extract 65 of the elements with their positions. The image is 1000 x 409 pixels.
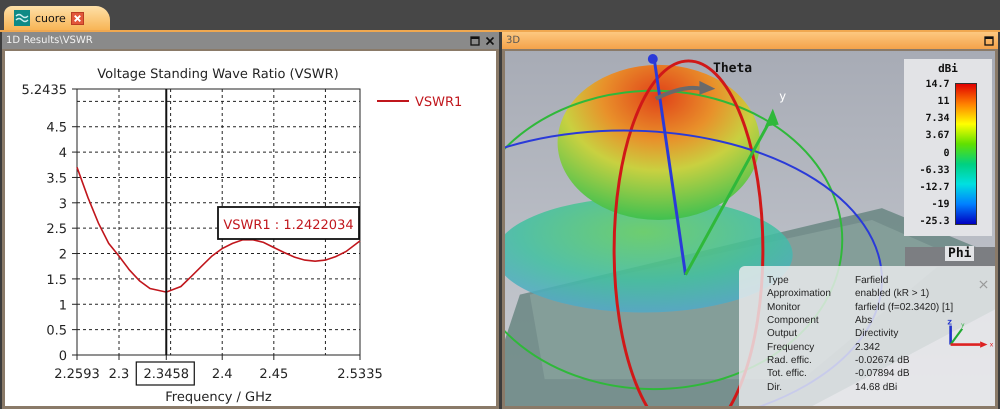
x-axis-label: Frequency / GHz — [165, 390, 272, 405]
x-tick-label: 2.3 — [108, 367, 130, 382]
color-legend-unit: dBi — [938, 62, 958, 75]
color-scale-label: 3.67 — [925, 130, 950, 142]
info-label: Rad. effic. — [767, 354, 813, 366]
info-value: Farfield — [855, 275, 888, 286]
info-label: Dir. — [767, 382, 783, 393]
info-label: Tot. effic. — [767, 368, 808, 380]
x-tick-label: 2.5335 — [337, 367, 383, 382]
y-tick-label: 1 — [58, 298, 67, 314]
y-axis-label: y — [779, 89, 786, 103]
info-value: farfield (f=02.3420) [1] — [855, 302, 954, 313]
info-value: Directivity — [855, 328, 898, 340]
close-icon[interactable] — [485, 36, 495, 46]
x-tick-label: 2.2593 — [54, 367, 100, 382]
phi-label: Phi — [945, 246, 974, 261]
x-tick-label: 2.45 — [259, 367, 288, 382]
maximize-icon[interactable] — [470, 36, 480, 46]
y-tick-label: 2.5 — [46, 222, 67, 238]
y-tick-label: 0.5 — [46, 324, 67, 339]
y-tick-label: 1.5 — [46, 272, 67, 288]
close-icon[interactable] — [70, 12, 84, 24]
y-tick-label: 3.5 — [46, 171, 67, 186]
y-tick-label: 4.5 — [46, 120, 67, 136]
y-tick-label: 3 — [58, 196, 67, 212]
marker-value-frame — [136, 361, 195, 386]
color-scale-label: 0 — [944, 148, 950, 158]
y-tick-label: 4 — [58, 146, 67, 162]
legend-label: VSWR1 — [415, 95, 462, 110]
y-tick-label: 0 — [58, 349, 67, 364]
color-scale-label: -6.33 — [919, 164, 950, 176]
color-scale-label: 7.34 — [925, 113, 950, 124]
info-label: Approximation — [767, 288, 832, 300]
info-label: Monitor — [767, 302, 802, 313]
document-tab[interactable]: cuore — [4, 6, 110, 30]
info-label: Output — [767, 328, 798, 340]
color-scale-label: -12.7 — [919, 182, 950, 193]
info-label: Type — [767, 275, 790, 286]
maximize-icon[interactable] — [984, 36, 994, 46]
theta-label: Theta — [713, 61, 752, 76]
chart-title: Voltage Standing Wave Ratio (VSWR) — [97, 67, 339, 82]
info-value: Abs — [855, 315, 872, 326]
panel-title: 1D Results\VSWR — [6, 35, 94, 46]
color-scale-label: -25.3 — [919, 216, 950, 227]
color-scale-label: -19 — [931, 198, 950, 210]
legend-line — [377, 100, 409, 102]
x-tick-label: 2.4 — [212, 367, 233, 382]
marker-line[interactable] — [165, 89, 168, 355]
panel-title: 3D — [506, 35, 522, 46]
info-value: enabled (kR > 1) — [855, 288, 930, 300]
y-tick-label: 5.2435 — [22, 83, 67, 98]
info-value: -0.07894 dB — [855, 368, 910, 380]
info-label: Frequency — [767, 342, 816, 353]
waves-icon — [14, 10, 30, 26]
info-label: Component — [767, 315, 820, 326]
document-tab-title: cuore — [35, 12, 66, 24]
marker-readout: VSWR1 : 1.2422034 — [217, 206, 360, 240]
color-scale-label: 14.7 — [925, 79, 950, 90]
y-tick-label: 2 — [58, 248, 67, 263]
info-value: 14.68 dBi — [855, 382, 898, 393]
annotation: VSWR1 : 1.2422034 — [223, 218, 354, 233]
color-scale-label: 11 — [938, 96, 950, 108]
x-tick-label: 2.3458 — [144, 367, 190, 382]
info-value: 2.342 — [855, 342, 880, 353]
info-value: -0.02674 dB — [855, 354, 910, 366]
